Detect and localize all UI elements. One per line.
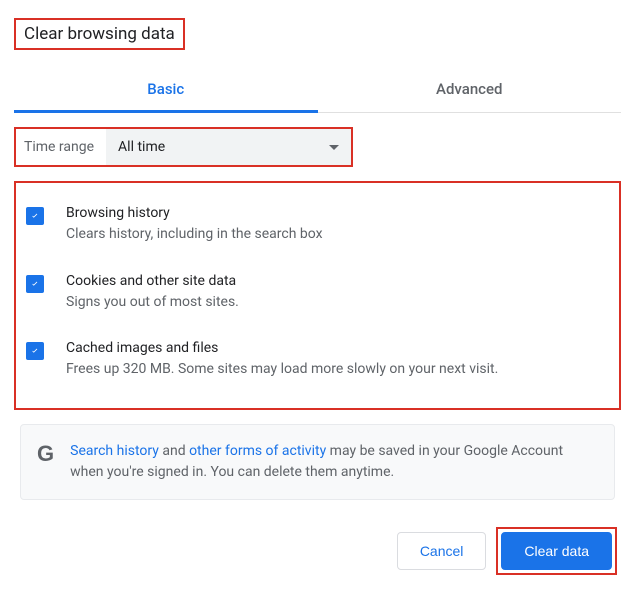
cancel-button[interactable]: Cancel (397, 532, 487, 570)
google-account-info: G Search history and other forms of acti… (20, 424, 615, 500)
option-cached: Cached images and files Frees up 320 MB.… (26, 326, 609, 394)
checkbox-cookies[interactable] (26, 275, 44, 293)
check-icon (30, 279, 40, 289)
tab-bar: Basic Advanced (14, 68, 621, 113)
option-cookies: Cookies and other site data Signs you ou… (26, 259, 609, 327)
clear-data-highlight: Clear data (496, 527, 617, 575)
chevron-down-icon (329, 145, 339, 150)
time-range-value: All time (118, 139, 165, 155)
tab-advanced[interactable]: Advanced (318, 68, 622, 112)
checkbox-browsing-history[interactable] (26, 207, 44, 225)
dialog-footer: Cancel Clear data (397, 527, 617, 575)
dialog-title: Clear browsing data (14, 18, 185, 50)
options-group: Browsing history Clears history, includi… (14, 181, 621, 410)
info-text: Search history and other forms of activi… (70, 441, 598, 483)
time-range-label: Time range (16, 129, 106, 165)
option-desc: Signs you out of most sites. (66, 293, 609, 313)
search-history-link[interactable]: Search history (70, 443, 159, 459)
clear-data-button[interactable]: Clear data (501, 532, 612, 570)
check-icon (30, 211, 40, 221)
other-activity-link[interactable]: other forms of activity (189, 443, 326, 459)
option-title: Cached images and files (66, 340, 609, 356)
time-range-row: Time range All time (14, 127, 353, 167)
option-title: Browsing history (66, 205, 609, 221)
option-browsing-history: Browsing history Clears history, includi… (26, 191, 609, 259)
google-g-icon: G (37, 441, 54, 467)
info-mid: and (159, 443, 189, 459)
option-desc: Frees up 320 MB. Some sites may load mor… (66, 360, 609, 380)
option-title: Cookies and other site data (66, 273, 609, 289)
checkbox-cached[interactable] (26, 342, 44, 360)
tab-basic[interactable]: Basic (14, 68, 318, 113)
option-desc: Clears history, including in the search … (66, 225, 609, 245)
check-icon (30, 346, 40, 356)
time-range-select[interactable]: All time (106, 129, 351, 165)
